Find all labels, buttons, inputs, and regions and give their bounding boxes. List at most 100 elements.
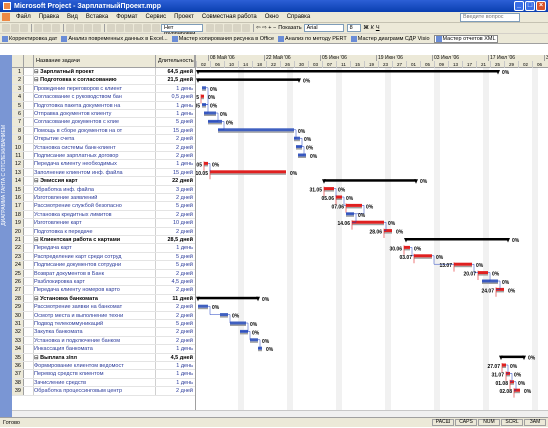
table-row[interactable]: 39 Обработка процессинговым центр 2 дней xyxy=(12,387,195,396)
task-duration[interactable]: 2 дней xyxy=(156,228,195,235)
task-duration[interactable]: 2 дней xyxy=(156,312,195,319)
task-duration[interactable]: 2 дней xyxy=(156,328,195,335)
task-name[interactable]: Проведение переговоров с клиент xyxy=(34,84,156,93)
table-row[interactable]: 28 Установка банкомата11 дней xyxy=(12,294,195,304)
task-duration[interactable]: 2 дней xyxy=(156,152,195,159)
task-duration[interactable]: 1 день xyxy=(156,244,195,251)
table-row[interactable]: 5 Подготовка пакета документов на 1 день xyxy=(12,101,195,110)
menu-format[interactable]: Формат xyxy=(112,14,141,20)
task-bar[interactable] xyxy=(220,313,228,317)
task-bar[interactable] xyxy=(230,321,246,325)
summary-bar[interactable] xyxy=(198,78,299,81)
task-name[interactable]: Возврат документов в Банк xyxy=(34,269,156,277)
table-row[interactable]: 35 Выплата з/пл4,5 дней xyxy=(12,353,195,362)
task-duration[interactable]: 1 день xyxy=(156,345,195,352)
row-indicator[interactable] xyxy=(24,244,34,252)
row-indicator[interactable] xyxy=(24,110,34,118)
row-indicator[interactable] xyxy=(24,378,34,387)
row-indicator[interactable] xyxy=(24,353,34,361)
group-select[interactable]: Нет группировки xyxy=(161,24,203,37)
menu-collaborate[interactable]: Совместная работа xyxy=(198,14,261,20)
close-button[interactable]: × xyxy=(536,1,546,11)
table-row[interactable]: 11 Подписание зарплатных договор 2 дней xyxy=(12,152,195,161)
task-name[interactable]: Согласование с руководством бан xyxy=(34,93,156,101)
critical-task-bar[interactable] xyxy=(336,195,342,199)
task-name[interactable]: Инкассация банкомата xyxy=(34,345,156,353)
critical-task-bar[interactable] xyxy=(210,170,286,174)
goto-task-icon[interactable] xyxy=(224,24,232,32)
open-icon[interactable] xyxy=(11,24,19,32)
task-duration[interactable]: 10 дней xyxy=(156,219,195,226)
task-name[interactable]: Выплата з/пл xyxy=(34,353,156,361)
help-icon[interactable] xyxy=(242,24,250,32)
task-name[interactable]: Рассмотрение заявки на банкомат xyxy=(34,303,156,311)
task-bar[interactable] xyxy=(250,338,258,342)
summary-bar[interactable] xyxy=(198,70,498,73)
task-duration[interactable]: 5 дней xyxy=(156,320,195,327)
underline-icon[interactable]: Ч xyxy=(376,25,380,31)
critical-task-bar[interactable] xyxy=(414,254,432,258)
bold-icon[interactable]: Ж xyxy=(364,25,369,31)
table-row[interactable]: 23 Распределение карт среди сотруд 5 дней xyxy=(12,252,195,262)
task-name[interactable]: Формирование клиентом ведомост xyxy=(34,362,156,370)
task-duration[interactable]: 21,5 дней xyxy=(156,76,195,83)
row-indicator[interactable] xyxy=(24,168,34,177)
table-row[interactable]: 12 Передача клиенту необходимых 1 день xyxy=(12,160,195,169)
unlink-icon[interactable] xyxy=(116,24,124,32)
table-row[interactable]: 19 Изготовление карт 10 дней xyxy=(12,219,195,228)
new-icon[interactable] xyxy=(2,24,10,32)
task-bar[interactable] xyxy=(198,304,208,308)
task-duration[interactable]: 5 дней xyxy=(156,118,195,125)
task-name[interactable]: Заполнение клиентом инф. файла xyxy=(34,168,156,177)
toolbar2-item[interactable]: Анализ повременных данных в Excel... xyxy=(61,35,168,42)
task-name[interactable]: Зачисление средств xyxy=(34,378,156,387)
task-name[interactable]: Помощь в сборе документов на от xyxy=(34,126,156,135)
task-duration[interactable]: 15 дней xyxy=(156,127,195,134)
critical-task-bar[interactable] xyxy=(201,94,204,98)
row-indicator[interactable] xyxy=(24,126,34,135)
font-select[interactable]: Arial xyxy=(303,24,344,32)
row-indicator[interactable] xyxy=(24,294,34,303)
task-duration[interactable]: 5 дней xyxy=(156,253,195,260)
row-indicator[interactable] xyxy=(24,194,34,202)
preview-icon[interactable] xyxy=(43,24,51,32)
row-indicator[interactable] xyxy=(24,261,34,269)
table-row[interactable]: 24 Подписание документов сотрудни 5 дней xyxy=(12,261,195,270)
row-indicator[interactable] xyxy=(24,101,34,109)
row-indicator[interactable] xyxy=(24,252,34,261)
task-name[interactable]: Подписание зарплатных договор xyxy=(34,152,156,160)
link-icon[interactable] xyxy=(107,24,115,32)
task-duration[interactable]: 2 дней xyxy=(156,194,195,201)
table-row[interactable]: 31 Подвод телекоммуникаций 5 дней xyxy=(12,320,195,329)
task-duration[interactable]: 4,5 дней xyxy=(156,278,195,285)
table-row[interactable]: 8 Помощь в сборе документов на от 15 дней xyxy=(12,126,195,136)
row-indicator[interactable] xyxy=(24,227,34,235)
zoom-in-icon[interactable] xyxy=(206,24,214,32)
horizontal-scrollbar[interactable] xyxy=(12,410,548,417)
undo-icon[interactable] xyxy=(93,24,101,32)
table-row[interactable]: 37 Перевод средств клиентом 1 день xyxy=(12,370,195,379)
task-duration[interactable]: 1 день xyxy=(156,102,195,109)
print-icon[interactable] xyxy=(34,24,42,32)
save-icon[interactable] xyxy=(20,24,28,32)
row-indicator[interactable] xyxy=(24,135,34,143)
task-duration[interactable]: 5 дней xyxy=(156,202,195,209)
menu-help[interactable]: Справка xyxy=(283,14,315,20)
show-dropdown[interactable]: Показать xyxy=(278,25,301,31)
menu-edit[interactable]: Правка xyxy=(35,14,63,20)
task-duration[interactable]: 1 день xyxy=(156,362,195,369)
critical-task-bar[interactable] xyxy=(478,271,488,275)
row-indicator[interactable] xyxy=(24,93,34,101)
row-indicator[interactable] xyxy=(24,202,34,210)
task-duration[interactable]: 1 день xyxy=(156,370,195,377)
table-row[interactable]: 26 Разблокировка карт 4,5 дней xyxy=(12,278,195,287)
task-duration[interactable]: 1 день xyxy=(156,110,195,117)
task-name[interactable]: Передача карт xyxy=(34,244,156,252)
task-name[interactable]: Передача клиенту номеров карто xyxy=(34,286,156,294)
row-indicator[interactable] xyxy=(24,177,34,185)
row-indicator[interactable] xyxy=(24,118,34,126)
task-name[interactable]: Подготовка к передаче xyxy=(34,227,156,235)
task-duration[interactable]: 64,5 дней xyxy=(156,68,195,75)
task-duration[interactable]: 28,5 дней xyxy=(156,236,195,243)
task-name[interactable]: Установка и подключение банком xyxy=(34,336,156,345)
